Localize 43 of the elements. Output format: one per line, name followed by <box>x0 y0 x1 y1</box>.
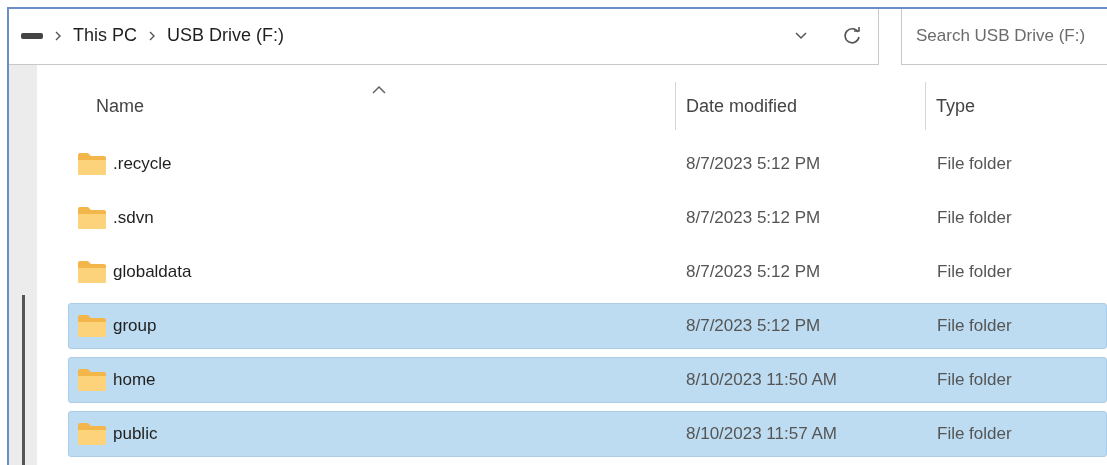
date-modified: 8/7/2023 5:12 PM <box>685 153 822 176</box>
file-row[interactable]: public 8/10/2023 11:57 AM File folder <box>68 411 1107 457</box>
date-modified: 8/7/2023 5:12 PM <box>685 207 822 230</box>
file-type: File folder <box>936 261 1012 284</box>
folder-icon <box>77 422 107 446</box>
refresh-icon[interactable] <box>842 25 862 46</box>
breadcrumb[interactable]: USB Drive (F:) <box>167 22 284 49</box>
breadcrumb[interactable]: This PC <box>73 22 137 49</box>
sort-caret-icon <box>371 86 386 94</box>
date-modified: 8/7/2023 5:12 PM <box>685 315 822 338</box>
date-modified: 8/7/2023 5:12 PM <box>685 261 822 284</box>
file-row[interactable]: globaldata 8/7/2023 5:12 PM File folder <box>68 249 1107 295</box>
file-type: File folder <box>936 153 1012 176</box>
column-header[interactable]: Date modified <box>686 92 798 120</box>
file-row[interactable]: group 8/7/2023 5:12 PM File folder <box>68 303 1107 349</box>
file-name: home <box>113 369 156 392</box>
folder-icon <box>77 260 107 284</box>
column-header[interactable]: Name <box>96 92 144 120</box>
folder-icon <box>77 314 107 338</box>
chevron-icon <box>149 30 155 41</box>
file-row[interactable]: .sdvn 8/7/2023 5:12 PM File folder <box>68 195 1107 241</box>
folder-icon <box>77 152 107 176</box>
chevron-icon <box>55 30 61 41</box>
file-name: group <box>113 315 157 338</box>
column-header[interactable]: Type <box>936 92 976 120</box>
file-type: File folder <box>936 207 1012 230</box>
file-name: .sdvn <box>113 207 154 230</box>
file-type: File folder <box>936 423 1012 446</box>
file-type: File folder <box>936 369 1012 392</box>
folder-icon <box>77 206 107 230</box>
date-modified: 8/10/2023 11:57 AM <box>685 423 838 446</box>
scrollbar-thumb[interactable] <box>22 295 25 465</box>
file-type: File folder <box>936 315 1012 338</box>
folder-icon <box>77 368 107 392</box>
dropdown-icon[interactable] <box>794 30 808 41</box>
file-name: globaldata <box>113 261 192 284</box>
file-name: .recycle <box>113 153 172 176</box>
drive-icon[interactable] <box>21 31 43 40</box>
file-row[interactable]: .recycle 8/7/2023 5:12 PM File folder <box>68 141 1107 187</box>
file-row[interactable]: home 8/10/2023 11:50 AM File folder <box>68 357 1107 403</box>
file-name: public <box>113 423 158 446</box>
date-modified: 8/10/2023 11:50 AM <box>685 369 838 392</box>
search-field[interactable]: Search USB Drive (F:) <box>902 22 1107 49</box>
